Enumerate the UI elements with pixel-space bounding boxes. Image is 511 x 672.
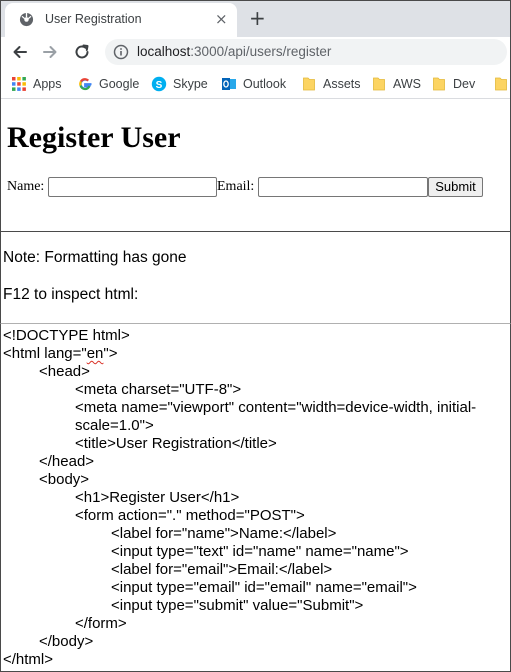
folder-icon: [373, 77, 385, 91]
bookmark-label: AWS: [393, 77, 422, 91]
bookmark-label: Google: [99, 77, 140, 91]
code-line: <title>User Registration</title>: [75, 435, 277, 452]
code-line: <head>: [39, 363, 90, 380]
submit-button[interactable]: Submit: [428, 177, 483, 197]
tab-user-registration[interactable]: User Registration ×: [5, 3, 237, 37]
note-inspect: F12 to inspect html:: [3, 286, 139, 303]
bookmark-label: Apps: [33, 77, 62, 91]
code-line: <input type="submit" value="Submit">: [111, 597, 364, 614]
page-viewport: Register User Name: Email: Submit: [1, 99, 510, 231]
skype-icon: S: [151, 76, 167, 92]
folder-icon: [303, 77, 315, 91]
page-title: Register User: [7, 121, 181, 154]
address-bar[interactable]: localhost:3000/api/users/register: [105, 39, 507, 65]
url-host: localhost: [137, 44, 191, 59]
apps-grid-icon: [12, 77, 26, 91]
email-input[interactable]: [258, 177, 428, 197]
google-icon: [79, 78, 92, 91]
bookmark-label: Assets: [323, 77, 361, 91]
note-formatting: Note: Formatting has gone: [3, 249, 187, 266]
new-tab-icon[interactable]: +: [249, 5, 266, 31]
bookmark-google[interactable]: Google: [77, 75, 139, 93]
spellcheck-word: en: [86, 345, 104, 362]
bookmark-apps[interactable]: Apps: [11, 75, 62, 93]
tab-strip: User Registration × +: [1, 1, 510, 37]
back-arrow-icon[interactable]: [11, 43, 29, 61]
bookmark-aws[interactable]: AWS: [371, 75, 421, 93]
code-line: <html lang="en">: [3, 345, 118, 363]
globe-icon: [19, 12, 34, 27]
name-label: Name:: [7, 179, 45, 194]
code-text: ">: [103, 345, 118, 362]
outlook-icon: [222, 78, 236, 90]
code-line: </form>: [75, 615, 127, 632]
name-input[interactable]: [48, 177, 217, 197]
bookmark-label: Outlook: [243, 77, 287, 91]
code-line: <input type="text" id="name" name="name"…: [111, 543, 409, 560]
code-line: <h1>Register User</h1>: [75, 489, 240, 506]
bookmark-assets[interactable]: Assets: [301, 75, 361, 93]
browser-toolbar: localhost:3000/api/users/register: [1, 37, 510, 67]
html-source: <!DOCTYPE html> <html lang="en"> <head> …: [0, 324, 511, 672]
code-line: <label for="name">Name:</label>: [111, 525, 337, 542]
forward-arrow-icon[interactable]: [41, 43, 59, 61]
code-line: </body>: [39, 633, 94, 650]
bookmark-outlook[interactable]: Outlook: [221, 75, 286, 93]
notes-section: Note: Formatting has gone F12 to inspect…: [0, 232, 511, 324]
code-line: scale=1.0">: [75, 417, 154, 434]
info-icon[interactable]: [113, 44, 129, 60]
bookmark-skype[interactable]: S Skype: [151, 75, 208, 93]
code-line: </head>: [39, 453, 95, 470]
folder-icon: [433, 77, 445, 91]
reload-icon[interactable]: [73, 43, 91, 61]
code-line: <meta charset="UTF-8">: [75, 381, 242, 398]
svg-text:S: S: [156, 80, 163, 91]
code-line: <!DOCTYPE html>: [3, 327, 130, 344]
close-tab-icon[interactable]: ×: [215, 9, 228, 29]
browser-window: User Registration × + localhost:3000/api…: [0, 0, 511, 232]
url-text: localhost:3000/api/users/register: [137, 44, 331, 59]
code-line: <meta name="viewport" content="width=dev…: [75, 399, 477, 416]
bookmark-label: Skype: [173, 77, 208, 91]
code-line: <input type="email" id="email" name="ema…: [111, 579, 417, 596]
bookmarks-bar: Apps Google S Skype Outlook Assets AWS D…: [1, 67, 510, 99]
email-label: Email:: [217, 179, 255, 194]
code-line: <body>: [39, 471, 90, 488]
folder-icon[interactable]: [493, 76, 509, 92]
bookmark-label: Dev: [453, 77, 476, 91]
code-line: <form action="." method="POST">: [75, 507, 305, 524]
tab-title: User Registration: [45, 12, 142, 26]
code-line: <label for="email">Email:</label>: [111, 561, 333, 578]
code-text: <html lang=": [3, 345, 87, 362]
code-line: </html>: [3, 651, 54, 668]
url-path: :3000/api/users/register: [190, 44, 332, 59]
bookmark-dev[interactable]: Dev: [431, 75, 475, 93]
